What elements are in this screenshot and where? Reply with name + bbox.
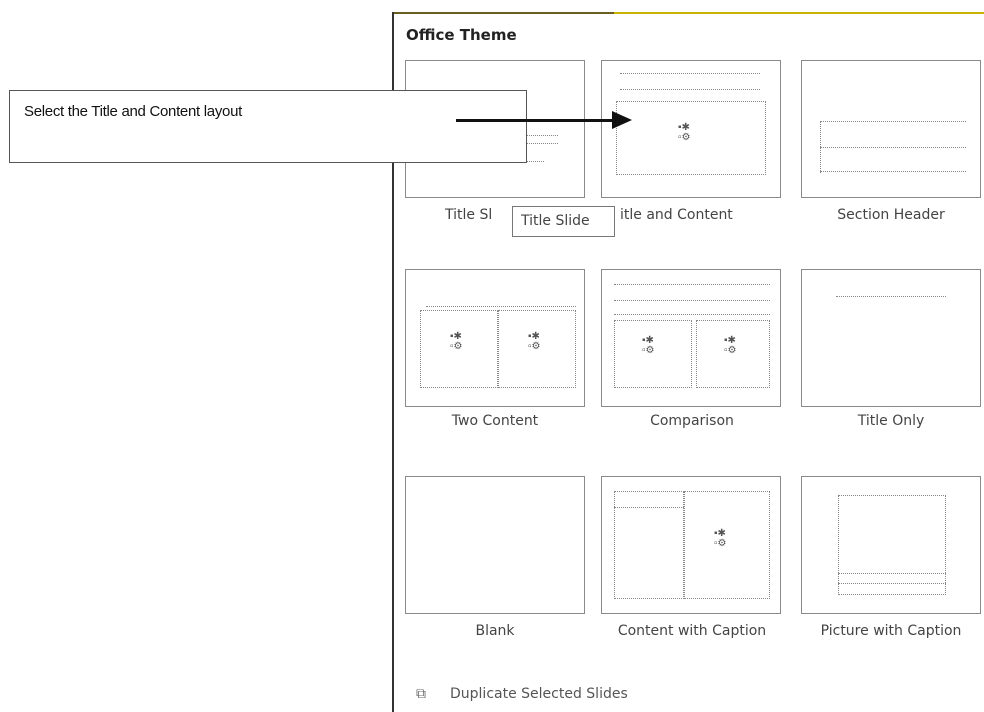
picture-placeholder: [838, 495, 946, 595]
layout-thumbnail-title-only[interactable]: [801, 269, 981, 407]
title-placeholder-line: [426, 306, 576, 307]
content-icons-icon: ▪✱ ▫⚙: [528, 331, 541, 352]
heading-placeholder-line: [614, 314, 770, 315]
duplicate-selected-slides-item[interactable]: ⧉ Duplicate Selected Slides: [416, 686, 628, 702]
title-placeholder-line: [620, 89, 760, 90]
layout-thumbnail-comparison[interactable]: ▪✱ ▫⚙ ▪✱ ▫⚙: [601, 269, 781, 407]
layout-thumbnail-two-content[interactable]: ▪✱ ▫⚙ ▪✱ ▫⚙: [405, 269, 585, 407]
callout-arrow-line: [456, 119, 614, 122]
layout-label-section-header[interactable]: Section Header: [791, 206, 984, 225]
layout-label-picture-with-caption[interactable]: Picture with Caption: [791, 622, 984, 641]
layout-thumbnail-content-with-caption[interactable]: ▪✱ ▫⚙: [601, 476, 781, 614]
section-text-line: [820, 171, 966, 172]
title-placeholder-line: [614, 284, 770, 285]
title-placeholder-line: [836, 296, 946, 297]
layout-label-title-and-content[interactable]: itle and Content: [602, 206, 820, 225]
instruction-text: Select the Title and Content layout: [24, 103, 242, 120]
caption-title-line: [838, 573, 946, 574]
layout-tooltip: Title Slide: [512, 206, 615, 237]
caption-text-line: [838, 583, 946, 584]
duplicate-slides-icon: ⧉: [416, 686, 426, 702]
layout-label-content-with-caption[interactable]: Content with Caption: [592, 622, 792, 641]
panel-top-border-dark: [394, 12, 614, 14]
section-title-line: [820, 121, 966, 122]
content-icons-icon: ▪✱ ▫⚙: [678, 122, 691, 143]
layout-thumbnail-blank[interactable]: [405, 476, 585, 614]
content-icons-icon: ▪✱ ▫⚙: [450, 331, 463, 352]
callout-arrow-head-icon: [612, 111, 632, 129]
layout-label-two-content[interactable]: Two Content: [395, 412, 595, 431]
content-icons-icon: ▪✱ ▫⚙: [724, 335, 737, 356]
section-title-line: [820, 147, 966, 148]
content-icons-icon: ▪✱ ▫⚙: [714, 528, 727, 549]
title-placeholder-line: [614, 300, 770, 301]
gallery-header: Office Theme: [406, 26, 517, 44]
layout-thumbnail-picture-with-caption[interactable]: [801, 476, 981, 614]
instruction-callout: Select the Title and Content layout: [9, 90, 527, 163]
layout-thumbnail-title-and-content[interactable]: ▪✱ ▫⚙: [601, 60, 781, 198]
layout-label-blank[interactable]: Blank: [395, 622, 595, 641]
content-icons-icon: ▪✱ ▫⚙: [642, 335, 655, 356]
layout-label-title-only[interactable]: Title Only: [791, 412, 984, 431]
layout-label-comparison[interactable]: Comparison: [592, 412, 792, 431]
caption-title-line: [614, 507, 684, 508]
layout-thumbnail-section-header[interactable]: [801, 60, 981, 198]
title-placeholder-line: [620, 73, 760, 74]
duplicate-label: Duplicate Selected Slides: [450, 686, 628, 702]
